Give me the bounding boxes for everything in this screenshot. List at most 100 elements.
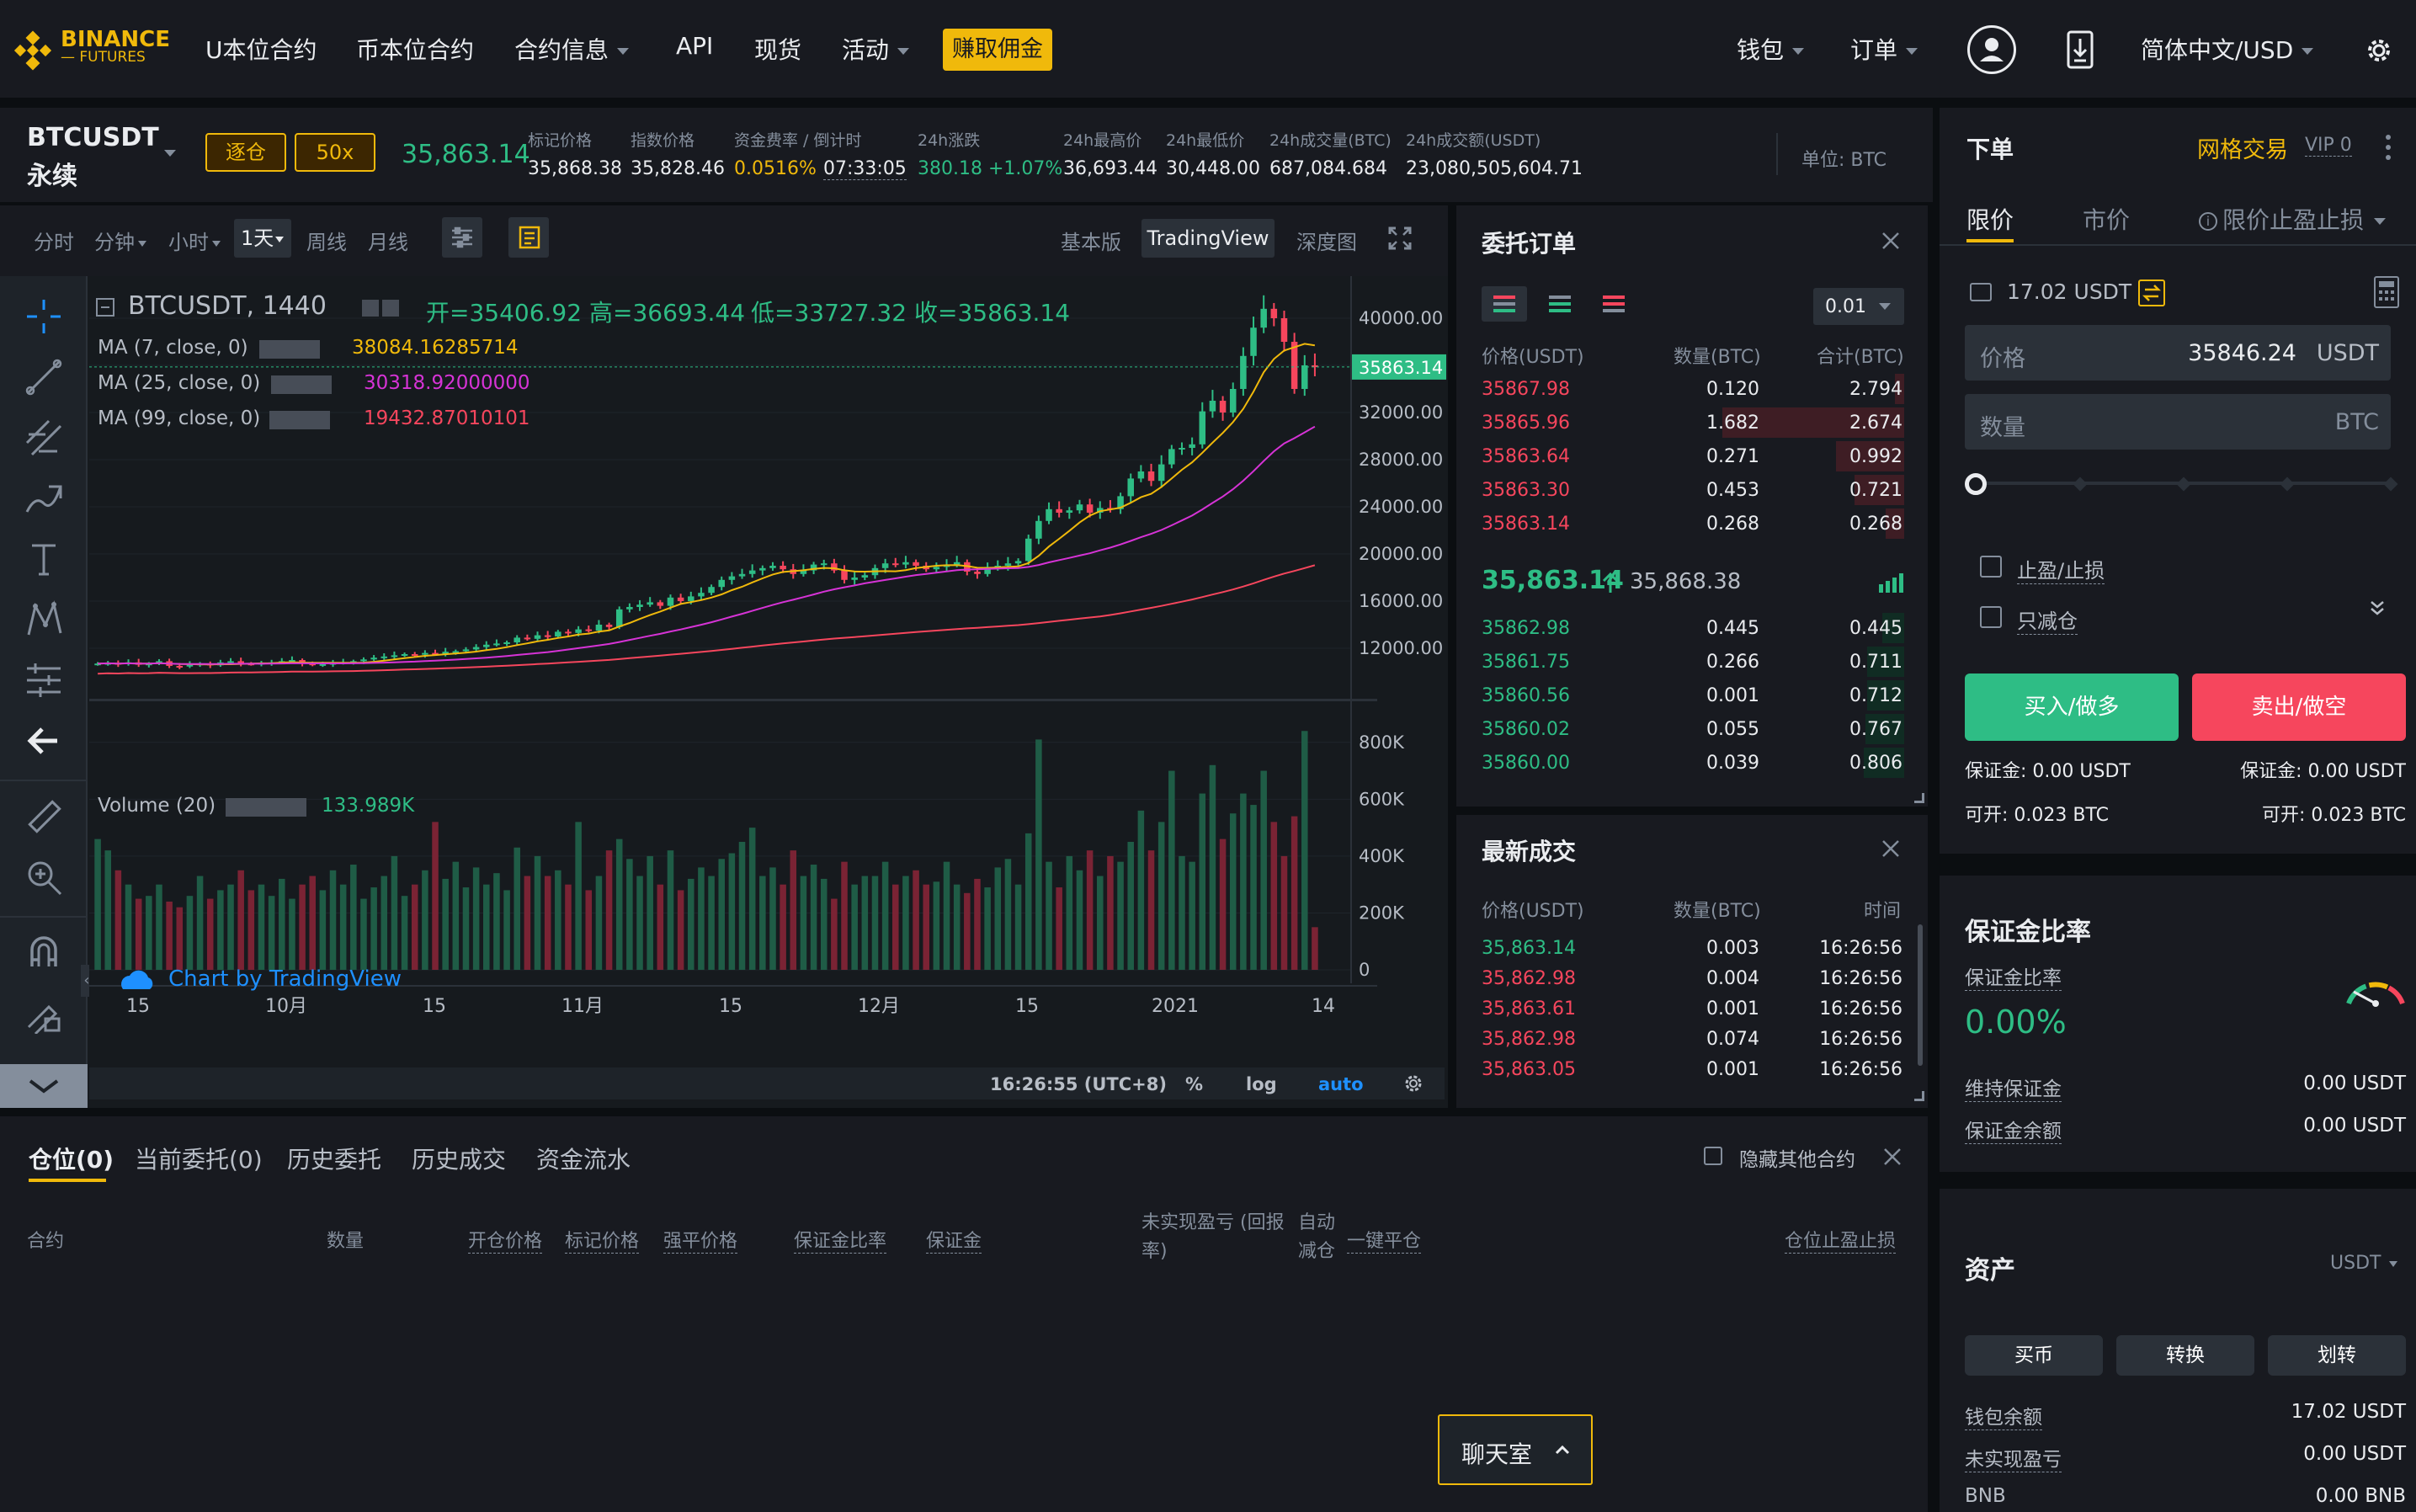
calculator-icon[interactable] (2374, 276, 2399, 308)
orderbook-row[interactable]: 35860.02 0.055 0.767 (1456, 712, 1928, 746)
nav-coin-futures[interactable]: 币本位合约 (356, 32, 474, 66)
resize-corner-icon[interactable] (1914, 1091, 1924, 1101)
quantity-slider[interactable] (1965, 471, 2403, 497)
ruler-icon[interactable] (22, 795, 66, 839)
asset-currency-selector[interactable]: USDT (2330, 1253, 2398, 1274)
orderbook-both-view-icon[interactable] (1482, 286, 1527, 322)
nav-api[interactable]: API (676, 32, 713, 60)
nav-contract-info[interactable]: 合约信息 (514, 32, 630, 66)
buy-long-button[interactable]: 买入/做多 (1965, 673, 2179, 741)
interval-week[interactable]: 周线 (306, 226, 347, 255)
symbol-name[interactable]: BTCUSDT (27, 123, 159, 152)
transfer-icon[interactable] (2138, 280, 2165, 306)
ma7-icons[interactable] (259, 340, 320, 359)
col-close-all[interactable]: 一键平仓 (1347, 1226, 1422, 1254)
price-input[interactable]: 价格 35846.24 USDT (1965, 325, 2391, 381)
orderbook-row[interactable]: 35867.98 0.120 2.794 (1456, 372, 1928, 406)
interval-timeline[interactable]: 分时 (34, 226, 74, 255)
text-tool-icon[interactable] (22, 537, 66, 581)
orderbook-row[interactable]: 35860.00 0.039 0.806 (1456, 746, 1928, 780)
slider-handle[interactable] (1965, 473, 1987, 495)
orderbook-row[interactable]: 35863.14 0.268 0.268 (1456, 507, 1928, 540)
tab-market[interactable]: 市价 (2083, 202, 2130, 236)
nav-activities[interactable]: 活动 (842, 32, 910, 66)
tab-positions[interactable]: 仓位(0) (29, 1142, 114, 1175)
vip-level[interactable]: VIP 0 (2305, 135, 2352, 157)
nav-wallet[interactable]: 钱包 (1737, 32, 1805, 66)
tab-open-orders[interactable]: 当前委托(0) (135, 1142, 263, 1175)
orderbook-row[interactable]: 35863.30 0.453 0.721 (1456, 473, 1928, 507)
nav-spot[interactable]: 现货 (754, 32, 801, 66)
hide-other-contracts-label[interactable]: 隐藏其他合约 (1739, 1143, 1855, 1172)
slider-tick[interactable] (2176, 476, 2191, 492)
signal-bars-icon[interactable] (1877, 571, 1906, 594)
zoom-icon[interactable] (22, 855, 66, 899)
settings-gear-icon[interactable] (2364, 35, 2394, 66)
tab-transaction-history[interactable]: 资金流水 (536, 1142, 631, 1175)
view-depth[interactable]: 深度图 (1296, 226, 1357, 255)
scrollbar[interactable] (1918, 924, 1923, 1066)
margin-mode-button[interactable]: 逐仓 (205, 133, 286, 172)
tab-order-history[interactable]: 历史委托 (287, 1142, 381, 1175)
transfer-button[interactable]: 划转 (2268, 1335, 2406, 1376)
symbol-dropdown-icon[interactable] (164, 150, 176, 157)
tpsl-checkbox[interactable] (1980, 556, 2002, 578)
interval-month[interactable]: 月线 (368, 226, 408, 255)
indicator-settings-icon[interactable] (442, 217, 482, 258)
nav-usdt-futures[interactable]: U本位合约 (205, 32, 317, 66)
collapse-legend-icon[interactable] (96, 298, 114, 317)
log-scale-toggle[interactable]: log (1246, 1074, 1277, 1094)
magnet-icon[interactable] (22, 931, 66, 975)
percent-scale-toggle[interactable]: % (1185, 1074, 1203, 1094)
binance-logo-icon[interactable] (12, 30, 54, 72)
slider-tick[interactable] (2280, 476, 2295, 492)
convert-button[interactable]: 转换 (2116, 1335, 2254, 1376)
view-basic[interactable]: 基本版 (1061, 226, 1121, 255)
legend-settings-icon[interactable] (382, 300, 399, 317)
tab-stop-limit[interactable]: i 限价止盈止损 (2199, 202, 2387, 236)
language-currency-selector[interactable]: 简体中文/USD (2141, 32, 2314, 66)
chart-area[interactable]: ‹ 40000.0036000.0032000.0028000.0024000.… (0, 276, 1448, 1108)
interval-hour[interactable]: 小时 (168, 226, 221, 255)
earn-commission-button[interactable]: 赚取佣金 (943, 29, 1052, 71)
orderbook-row[interactable]: 35861.75 0.266 0.711 (1456, 645, 1928, 679)
leverage-button[interactable]: 50x (295, 133, 375, 172)
expand-options-icon[interactable] (2367, 598, 2387, 618)
pattern-icon[interactable] (22, 598, 66, 642)
close-icon[interactable] (1881, 231, 1901, 251)
fib-icon[interactable] (22, 416, 66, 460)
buy-crypto-button[interactable]: 买币 (1965, 1335, 2103, 1376)
orderbook-row[interactable]: 35862.98 0.445 0.445 (1456, 611, 1928, 645)
reduce-only-checkbox[interactable] (1980, 606, 2002, 628)
legend-eye-icon[interactable] (362, 300, 379, 317)
sell-short-button[interactable]: 卖出/做空 (2192, 673, 2406, 741)
view-tradingview[interactable]: TradingView (1141, 219, 1275, 258)
brush-icon[interactable] (22, 476, 66, 520)
auto-scale-toggle[interactable]: auto (1318, 1074, 1364, 1094)
tab-limit[interactable]: 限价 (1966, 202, 2014, 236)
user-icon[interactable] (1967, 25, 2016, 74)
close-icon[interactable] (1881, 839, 1901, 859)
interval-minute[interactable]: 分钟 (94, 226, 146, 255)
volume-icons[interactable] (226, 798, 306, 817)
tpsl-label[interactable]: 止盈/止损 (2017, 554, 2105, 584)
tab-trade-history[interactable]: 历史成交 (412, 1142, 506, 1175)
fullscreen-icon[interactable] (1387, 226, 1413, 251)
orderbook-row[interactable]: 35860.56 0.001 0.712 (1456, 679, 1928, 712)
download-icon[interactable] (2065, 30, 2095, 69)
more-options-icon[interactable] (2384, 133, 2392, 162)
trend-line-icon[interactable] (22, 355, 66, 399)
precision-dropdown[interactable]: 0.01 (1813, 288, 1904, 325)
chat-room-button[interactable]: 聊天室 (1438, 1414, 1593, 1485)
chart-settings-gear-icon[interactable] (1402, 1073, 1424, 1094)
hide-other-contracts-checkbox[interactable] (1704, 1147, 1722, 1165)
slider-tick[interactable] (2383, 476, 2398, 492)
collapse-toolbar-button[interactable] (0, 1064, 88, 1108)
quantity-input[interactable]: 数量 BTC (1965, 394, 2391, 450)
orderbook-row[interactable]: 35865.96 1.682 2.674 (1456, 406, 1928, 439)
lock-drawing-icon[interactable] (22, 992, 66, 1036)
ma25-icons[interactable] (271, 375, 332, 394)
nav-orders[interactable]: 订单 (1850, 32, 1918, 66)
orderbook-row[interactable]: 35863.64 0.271 0.992 (1456, 439, 1928, 473)
crosshair-icon[interactable] (22, 295, 66, 338)
